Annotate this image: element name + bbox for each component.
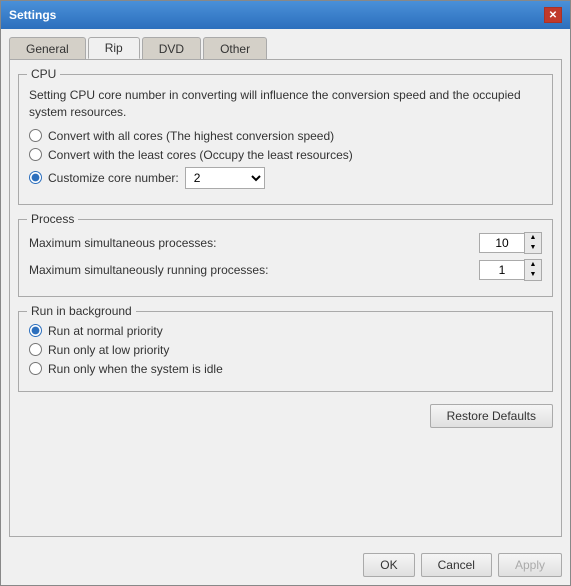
max-simultaneous-input[interactable] xyxy=(479,233,524,253)
max-simultaneous-up[interactable]: ▲ xyxy=(525,233,541,243)
radio-least-cores[interactable]: Convert with the least cores (Occupy the… xyxy=(29,148,542,162)
max-running-down[interactable]: ▼ xyxy=(525,270,541,280)
core-number-dropdown[interactable]: 2 1 3 4 xyxy=(185,167,265,189)
radio-low-priority-label: Run only at low priority xyxy=(48,343,169,357)
process-group-content: Maximum simultaneous processes: ▲ ▼ Maxi… xyxy=(29,232,542,281)
process-group: Process Maximum simultaneous processes: … xyxy=(18,219,553,297)
radio-all-cores-label: Convert with all cores (The highest conv… xyxy=(48,129,334,143)
radio-idle[interactable]: Run only when the system is idle xyxy=(29,362,542,376)
radio-all-cores[interactable]: Convert with all cores (The highest conv… xyxy=(29,129,542,143)
tab-bar: General Rip DVD Other xyxy=(9,37,562,59)
max-running-label: Maximum simultaneously running processes… xyxy=(29,263,268,277)
process-group-legend: Process xyxy=(27,212,78,226)
restore-defaults-row: Restore Defaults xyxy=(18,400,553,428)
max-running-input[interactable] xyxy=(479,260,524,280)
apply-button[interactable]: Apply xyxy=(498,553,562,577)
radio-idle-label: Run only when the system is idle xyxy=(48,362,223,376)
max-simultaneous-down[interactable]: ▼ xyxy=(525,243,541,253)
radio-custom-cores-row: Customize core number: 2 1 3 4 xyxy=(29,167,542,189)
max-running-up[interactable]: ▲ xyxy=(525,260,541,270)
tab-panel-rip: CPU Setting CPU core number in convertin… xyxy=(9,59,562,537)
tab-dvd[interactable]: DVD xyxy=(142,37,201,59)
tab-general[interactable]: General xyxy=(9,37,86,59)
title-bar: Settings ✕ xyxy=(1,1,570,29)
background-group-legend: Run in background xyxy=(27,304,136,318)
bottom-bar: OK Cancel Apply xyxy=(1,545,570,585)
settings-window: Settings ✕ General Rip DVD Other CPU Set… xyxy=(0,0,571,586)
radio-normal-priority-label: Run at normal priority xyxy=(48,324,163,338)
radio-least-cores-label: Convert with the least cores (Occupy the… xyxy=(48,148,353,162)
cancel-button[interactable]: Cancel xyxy=(421,553,492,577)
cpu-description: Setting CPU core number in converting wi… xyxy=(29,87,542,121)
cpu-group-legend: CPU xyxy=(27,67,60,81)
restore-defaults-button[interactable]: Restore Defaults xyxy=(430,404,553,428)
background-group-content: Run at normal priority Run only at low p… xyxy=(29,324,542,376)
content-area: General Rip DVD Other CPU Setting CPU co… xyxy=(1,29,570,545)
radio-low-priority-input[interactable] xyxy=(29,343,42,356)
radio-all-cores-input[interactable] xyxy=(29,129,42,142)
max-running-spinner-buttons: ▲ ▼ xyxy=(524,259,542,281)
max-running-row: Maximum simultaneously running processes… xyxy=(29,259,542,281)
max-simultaneous-row: Maximum simultaneous processes: ▲ ▼ xyxy=(29,232,542,254)
window-title: Settings xyxy=(9,8,56,22)
ok-button[interactable]: OK xyxy=(363,553,414,577)
radio-normal-priority[interactable]: Run at normal priority xyxy=(29,324,542,338)
radio-custom-cores-label: Customize core number: xyxy=(48,171,179,185)
radio-custom-cores-input[interactable] xyxy=(29,171,42,184)
radio-idle-input[interactable] xyxy=(29,362,42,375)
close-button[interactable]: ✕ xyxy=(544,7,562,23)
tab-rip[interactable]: Rip xyxy=(88,37,140,59)
radio-least-cores-input[interactable] xyxy=(29,148,42,161)
cpu-group-content: Setting CPU core number in converting wi… xyxy=(29,87,542,189)
cpu-group: CPU Setting CPU core number in convertin… xyxy=(18,74,553,205)
radio-low-priority[interactable]: Run only at low priority xyxy=(29,343,542,357)
max-simultaneous-spinner: ▲ ▼ xyxy=(479,232,542,254)
max-simultaneous-spinner-buttons: ▲ ▼ xyxy=(524,232,542,254)
radio-normal-priority-input[interactable] xyxy=(29,324,42,337)
tab-other[interactable]: Other xyxy=(203,37,267,59)
background-group: Run in background Run at normal priority… xyxy=(18,311,553,392)
max-simultaneous-label: Maximum simultaneous processes: xyxy=(29,236,216,250)
max-running-spinner: ▲ ▼ xyxy=(479,259,542,281)
